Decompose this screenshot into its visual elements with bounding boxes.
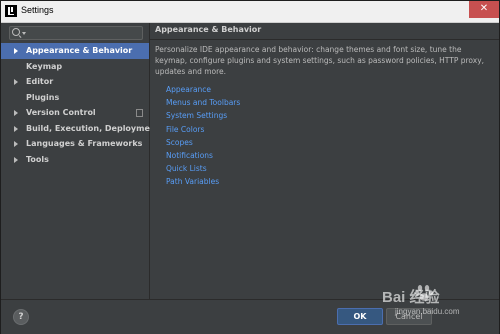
sidebar-item-languages-frameworks[interactable]: Languages & Frameworks (1, 136, 149, 152)
sidebar-item-keymap[interactable]: Keymap (1, 59, 149, 75)
watermark-url: jingyan.baidu.com (395, 307, 460, 316)
sidebar-item-label: Version Control (26, 108, 96, 117)
link-file-colors[interactable]: File Colors (166, 123, 240, 136)
link-system-settings[interactable]: System Settings (166, 109, 240, 122)
search-icon (12, 28, 20, 36)
sidebar-item-label: Build, Execution, Deployment (26, 123, 160, 133)
link-quick-lists[interactable]: Quick Lists (166, 162, 240, 175)
link-path-variables[interactable]: Path Variables (166, 175, 240, 188)
sidebar-item-version-control[interactable]: Version Control (1, 105, 149, 121)
link-menus-and-toolbars[interactable]: Menus and Toolbars (166, 96, 240, 109)
sidebar-item-build-execution-deployment[interactable]: Build, Execution, Deployment (1, 121, 159, 137)
sidebar-item-label: Tools (26, 154, 49, 164)
sidebar-item-label: Languages & Frameworks (26, 139, 143, 148)
settings-content-panel: Appearance & Behavior Personalize IDE ap… (150, 23, 499, 299)
page-title: Appearance & Behavior (155, 25, 262, 34)
search-input[interactable] (28, 27, 138, 39)
sidebar-item-label: Appearance & Behavior (26, 46, 133, 55)
settings-tree: Appearance & Behavior Keymap Editor Plug… (1, 43, 159, 168)
expand-arrow-icon[interactable] (14, 156, 18, 163)
sidebar-item-editor[interactable]: Editor (1, 74, 149, 90)
sidebar-item-label: Keymap (26, 61, 63, 71)
baidu-paw-icon (415, 285, 433, 301)
divider (150, 39, 499, 40)
close-button[interactable]: ✕ (469, 1, 499, 18)
intellij-logo-icon (5, 5, 17, 17)
page-description: Personalize IDE appearance and behavior:… (155, 45, 485, 76)
sidebar-item-appearance-behavior[interactable]: Appearance & Behavior (1, 43, 149, 59)
sidebar-item-label: Plugins (26, 92, 60, 102)
expand-arrow-icon[interactable] (14, 48, 18, 54)
project-settings-icon (136, 109, 143, 117)
ok-button[interactable]: OK (337, 308, 383, 325)
link-scopes[interactable]: Scopes (166, 136, 240, 149)
sidebar-item-label: Editor (26, 77, 54, 86)
subpage-links: Appearance Menus and Toolbars System Set… (166, 83, 240, 189)
expand-arrow-icon[interactable] (14, 141, 18, 147)
expand-arrow-icon[interactable] (14, 125, 18, 132)
sidebar-item-plugins[interactable]: Plugins (1, 90, 149, 106)
title-bar: Settings ✕ (1, 1, 499, 23)
sidebar-item-tools[interactable]: Tools (1, 152, 149, 168)
window-title: Settings (21, 5, 54, 15)
chevron-down-icon[interactable] (22, 32, 26, 35)
link-notifications[interactable]: Notifications (166, 149, 240, 162)
search-field[interactable] (9, 26, 143, 40)
expand-arrow-icon[interactable] (14, 79, 18, 85)
help-button[interactable]: ? (13, 309, 29, 325)
settings-sidebar: Appearance & Behavior Keymap Editor Plug… (1, 23, 159, 299)
expand-arrow-icon[interactable] (14, 110, 18, 116)
link-appearance[interactable]: Appearance (166, 83, 240, 96)
